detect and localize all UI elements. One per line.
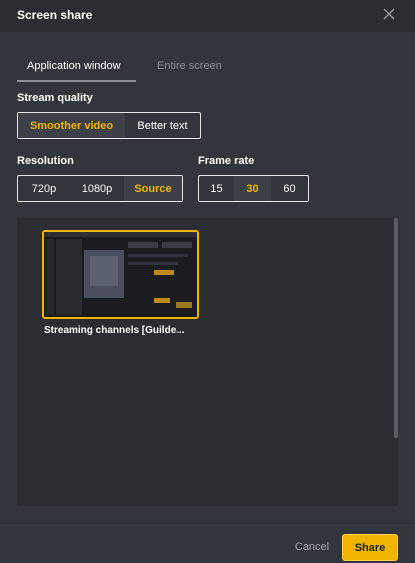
stream-quality-label: Stream quality [17,92,93,104]
resolution-source-option[interactable]: Source [124,176,182,201]
active-tab-indicator [17,80,136,82]
window-title: Screen share [17,8,93,22]
better-text-option[interactable]: Better text [125,113,200,138]
source-tabs: Application window Entire screen [17,56,397,82]
frame-rate-60-option[interactable]: 60 [271,176,308,201]
frame-rate-15-option[interactable]: 15 [199,176,234,201]
resolution-selector: 720p 1080p Source [17,175,183,202]
window-preview-image [44,232,197,317]
frame-rate-selector: 15 30 60 [198,175,309,202]
stream-quality-selector: Smoother video Better text [17,112,201,139]
title-bar: Screen share [0,0,415,32]
tab-application-window[interactable]: Application window [27,60,121,86]
tab-entire-screen[interactable]: Entire screen [157,60,222,86]
frame-rate-label: Frame rate [198,155,255,167]
window-caption: Streaming channels [Guilde... [44,325,185,336]
cancel-button[interactable]: Cancel [290,535,334,559]
share-button[interactable]: Share [342,534,398,561]
resolution-1080p-option[interactable]: 1080p [70,176,124,201]
resolution-720p-option[interactable]: 720p [18,176,70,201]
resolution-label: Resolution [17,155,74,167]
window-list-scrollbar[interactable] [394,218,398,438]
close-icon[interactable] [382,7,396,21]
smoother-video-option[interactable]: Smoother video [18,113,125,138]
footer-divider [0,523,415,524]
frame-rate-30-option[interactable]: 30 [234,176,271,201]
window-thumbnail[interactable] [42,230,199,319]
